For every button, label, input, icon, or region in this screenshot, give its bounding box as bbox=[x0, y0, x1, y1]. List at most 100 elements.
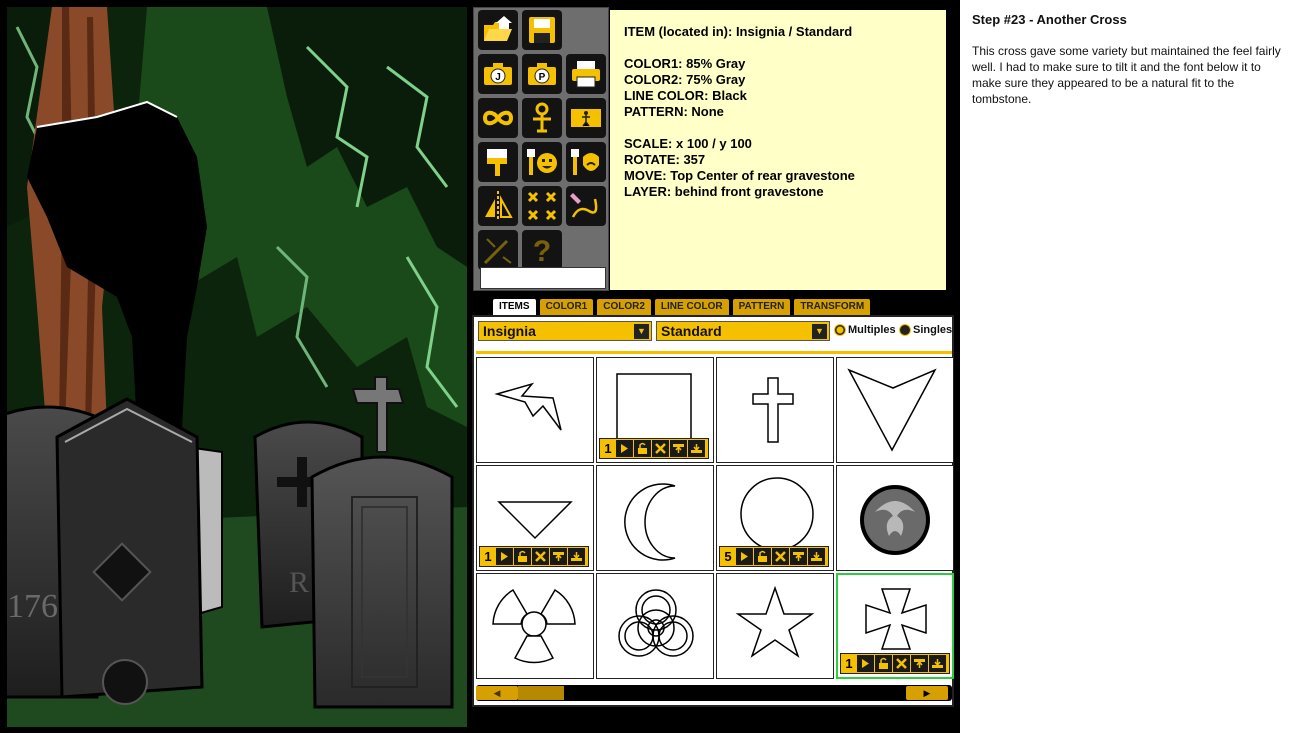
print-button[interactable] bbox=[566, 54, 606, 94]
tab-pattern[interactable]: PATTERN bbox=[732, 299, 791, 315]
play-icon[interactable] bbox=[496, 548, 513, 565]
items-scrollbar[interactable]: ◀ ▶ bbox=[476, 685, 952, 701]
item-crescent-moon[interactable] bbox=[596, 465, 714, 571]
radio-selected-icon bbox=[834, 324, 846, 336]
help-icon: ? bbox=[533, 235, 551, 267]
subcategory-select[interactable]: Standard ▼ bbox=[656, 321, 830, 341]
item-eagle-medallion[interactable] bbox=[836, 465, 954, 571]
paint-brush-icon bbox=[487, 149, 507, 176]
pencil-draw-button[interactable] bbox=[566, 186, 606, 226]
lightning-bolt-icon bbox=[494, 382, 562, 431]
multiples-radio[interactable]: Multiples bbox=[834, 324, 896, 336]
item-cross[interactable] bbox=[716, 357, 834, 463]
cross-icon bbox=[752, 377, 794, 443]
item-biohazard-symbol[interactable] bbox=[596, 573, 714, 679]
toolbar-text-field[interactable] bbox=[480, 267, 606, 289]
multiples-label: Multiples bbox=[848, 324, 896, 336]
category-select-value: Insignia bbox=[483, 323, 536, 339]
scene-canvas[interactable]: 1763 R bbox=[7, 7, 467, 727]
flip-icon bbox=[485, 191, 513, 221]
export-p-button[interactable]: P bbox=[522, 54, 562, 94]
export-p-icon: P bbox=[528, 63, 556, 85]
bring-forward-icon[interactable] bbox=[911, 655, 928, 672]
item-radiation-symbol[interactable] bbox=[476, 573, 594, 679]
instruction-note: ITEM (located in): Insignia / Standard C… bbox=[610, 10, 946, 290]
info-rotate: ROTATE: 357 bbox=[624, 152, 706, 167]
panel-tabs: ITEMS COLOR1 COLOR2 LINE COLOR PATTERN T… bbox=[493, 299, 871, 315]
delete-icon[interactable] bbox=[532, 548, 549, 565]
tab-line-color[interactable]: LINE COLOR bbox=[654, 299, 729, 315]
play-icon[interactable] bbox=[736, 548, 753, 565]
svg-text:P: P bbox=[539, 72, 546, 83]
flip-button[interactable] bbox=[478, 186, 518, 226]
infinity-icon bbox=[482, 110, 514, 126]
play-icon[interactable] bbox=[616, 440, 633, 457]
bring-forward-icon[interactable] bbox=[670, 440, 687, 457]
export-j-button[interactable]: J bbox=[478, 54, 518, 94]
layer-figure-icon bbox=[571, 109, 601, 127]
delete-icon[interactable] bbox=[652, 440, 669, 457]
bring-forward-icon[interactable] bbox=[790, 548, 807, 565]
singles-radio[interactable]: Singles bbox=[899, 324, 952, 336]
item-square[interactable]: 1 bbox=[596, 357, 714, 463]
send-backward-icon[interactable] bbox=[929, 655, 946, 672]
tab-color1[interactable]: COLOR1 bbox=[539, 299, 594, 315]
info-line-color: LINE COLOR: Black bbox=[624, 88, 747, 103]
svg-text:R: R bbox=[289, 566, 309, 599]
item-lightning-bolt[interactable] bbox=[476, 357, 594, 463]
crescent-moon-icon bbox=[624, 483, 676, 561]
help-button[interactable]: ? bbox=[522, 230, 562, 270]
delete-icon[interactable] bbox=[772, 548, 789, 565]
chevron-down-icon: ▼ bbox=[634, 324, 649, 339]
category-select[interactable]: Insignia ▼ bbox=[478, 321, 652, 341]
magic-icon bbox=[483, 238, 512, 265]
tab-items[interactable]: ITEMS bbox=[493, 299, 536, 315]
export-j-icon: J bbox=[484, 63, 512, 85]
play-icon[interactable] bbox=[857, 655, 874, 672]
beard-brush-button[interactable] bbox=[566, 142, 606, 182]
info-layer: LAYER: behind front gravestone bbox=[624, 184, 824, 199]
lock-icon[interactable] bbox=[514, 548, 531, 565]
paint-brush-button[interactable] bbox=[478, 142, 518, 182]
scroll-thumb[interactable] bbox=[518, 686, 564, 700]
key-figure-button[interactable] bbox=[522, 98, 562, 138]
send-backward-icon[interactable] bbox=[688, 440, 705, 457]
open-button[interactable] bbox=[478, 10, 518, 50]
items-panel: Insignia ▼ Standard ▼ Multiples Singles … bbox=[472, 315, 954, 707]
item-triangle-down[interactable]: 1 bbox=[476, 465, 594, 571]
lock-icon[interactable] bbox=[634, 440, 651, 457]
info-move: MOVE: Top Center of rear gravestone bbox=[624, 168, 855, 183]
radio-unselected-icon bbox=[899, 324, 911, 336]
scroll-left-arrow-icon[interactable]: ◀ bbox=[476, 686, 518, 700]
item-chevron-shield[interactable] bbox=[836, 357, 954, 463]
infinity-button[interactable] bbox=[478, 98, 518, 138]
face-brush-button[interactable] bbox=[522, 142, 562, 182]
item-count: 1 bbox=[601, 440, 615, 457]
delete-all-button[interactable] bbox=[522, 186, 562, 226]
lock-icon[interactable] bbox=[754, 548, 771, 565]
info-color2: COLOR2: 75% Gray bbox=[624, 72, 746, 87]
tab-transform[interactable]: TRANSFORM bbox=[794, 299, 871, 315]
svg-text:J: J bbox=[495, 72, 501, 83]
item-controls: 1 bbox=[840, 653, 950, 674]
item-circle[interactable]: 5 bbox=[716, 465, 834, 571]
tab-color2[interactable]: COLOR2 bbox=[597, 299, 651, 315]
magic-button[interactable] bbox=[478, 230, 518, 270]
step-body: This cross gave some variety but maintai… bbox=[972, 44, 1281, 106]
eagle-medallion-icon bbox=[860, 485, 930, 555]
info-color1: COLOR1: 85% Gray bbox=[624, 56, 746, 71]
divider bbox=[476, 351, 952, 354]
send-backward-icon[interactable] bbox=[808, 548, 825, 565]
delete-icon[interactable] bbox=[893, 655, 910, 672]
scroll-right-arrow-icon[interactable]: ▶ bbox=[906, 686, 948, 700]
subcategory-select-value: Standard bbox=[661, 323, 722, 339]
save-button[interactable] bbox=[522, 10, 562, 50]
lock-icon[interactable] bbox=[875, 655, 892, 672]
info-item: ITEM (located in): Insignia / Standard bbox=[624, 24, 853, 39]
layer-figure-button[interactable] bbox=[566, 98, 606, 138]
item-iron-cross[interactable]: 1 bbox=[836, 573, 954, 679]
face-brush-icon bbox=[527, 149, 557, 175]
item-star[interactable] bbox=[716, 573, 834, 679]
send-backward-icon[interactable] bbox=[568, 548, 585, 565]
bring-forward-icon[interactable] bbox=[550, 548, 567, 565]
